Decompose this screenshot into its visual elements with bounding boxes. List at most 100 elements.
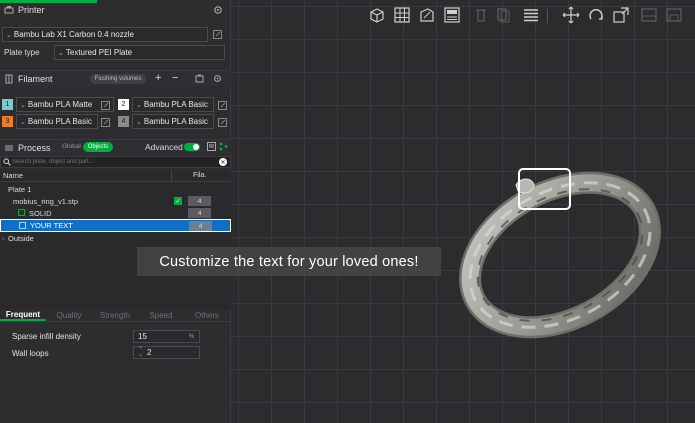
compare-icon[interactable]: [207, 142, 216, 151]
orient-icon[interactable]: [417, 5, 437, 25]
part-text-label: YOUR TEXT: [30, 221, 73, 230]
filament-slot-3-name: Bambu PLA Basic: [27, 117, 92, 126]
filament-slot-4-name: Bambu PLA Basic: [143, 117, 208, 126]
tree-row-plate[interactable]: Plate 1: [0, 183, 231, 195]
chevron-down-icon: ⌄: [58, 49, 64, 57]
filament-slot-3-swatch[interactable]: 3: [2, 116, 13, 127]
objects-toggle[interactable]: Objects: [83, 142, 113, 152]
column-fila-header[interactable]: Fila.: [193, 172, 206, 179]
column-divider: [171, 170, 172, 182]
plate-layout-icon[interactable]: [442, 5, 462, 25]
filament-slot-3-select[interactable]: ⌄ Bambu PLA Basic: [16, 114, 98, 129]
cut-icon[interactable]: [639, 5, 659, 25]
plate-type-label: Plate type: [4, 48, 40, 57]
plate-type-select[interactable]: ⌄ Textured PEI Plate: [54, 45, 225, 60]
filament-icon: [4, 74, 14, 84]
wall-loops-stepper[interactable]: ⌃ ⌄ 2: [133, 346, 200, 359]
chevron-down-icon: ⌄: [20, 118, 26, 126]
part-icon: [18, 209, 25, 218]
text-selection-highlight: [518, 168, 571, 210]
tab-frequent[interactable]: Frequent: [0, 309, 46, 321]
infill-density-input[interactable]: 15 %: [133, 330, 200, 343]
gear-icon[interactable]: [213, 74, 222, 83]
filament-slot-4-swatch[interactable]: 4: [118, 116, 129, 127]
tree-row-object[interactable]: mobius_ring_v1.stp ✓ 4: [0, 195, 231, 207]
filament-slot-1-swatch[interactable]: 1: [2, 99, 13, 110]
add-cube-icon[interactable]: [367, 5, 387, 25]
filament-title: Filament: [18, 73, 53, 84]
chevron-down-icon: ⌄: [20, 101, 26, 109]
layers-icon[interactable]: [521, 5, 541, 25]
printer-model-value: Bambu Lab X1 Carbon 0.4 nozzle: [13, 30, 134, 39]
flushing-volumes-button[interactable]: Flushing volumes: [90, 74, 146, 84]
scale-icon[interactable]: [611, 5, 631, 25]
tree-row-your-text-selected[interactable]: YOUR TEXT 4: [0, 219, 231, 232]
infill-unit: %: [188, 333, 194, 340]
left-sidebar: Printer ⌄ Bambu Lab X1 Carbon 0.4 nozzle…: [0, 0, 231, 423]
wall-loops-label: Wall loops: [12, 349, 49, 358]
copy-icon[interactable]: [493, 5, 513, 25]
stepper-arrows-icon[interactable]: ⌃ ⌄: [138, 347, 143, 358]
chevron-down-icon: ⌄: [136, 101, 142, 109]
outside-label: Outside: [8, 233, 34, 243]
text-filament-cell[interactable]: 4: [189, 221, 212, 231]
switch-knob: [193, 144, 199, 150]
clear-search-icon[interactable]: ✕: [219, 158, 227, 166]
network-icon[interactable]: [219, 142, 228, 151]
chevron-right-icon: ›: [2, 233, 5, 243]
object-tree: Name Fila. Plate 1 mobius_ring_v1.stp ✓ …: [0, 170, 231, 310]
toolbar-divider: [547, 9, 548, 23]
tab-others[interactable]: Others: [184, 309, 230, 321]
infill-density-value: 15: [138, 332, 147, 341]
search-bar: ✕: [0, 156, 231, 168]
tab-speed[interactable]: Speed: [138, 309, 184, 321]
chevron-down-icon: ⌄: [136, 118, 142, 126]
tab-strength[interactable]: Strength: [92, 309, 138, 321]
filament-slot-1-select[interactable]: ⌄ Bambu PLA Matte: [16, 97, 114, 112]
advanced-switch[interactable]: [184, 143, 200, 151]
printer-icon: [4, 5, 14, 15]
edit-icon[interactable]: [101, 101, 110, 110]
edit-icon[interactable]: [218, 101, 227, 110]
tutorial-caption: Customize the text for your loved ones!: [137, 247, 441, 276]
gear-icon[interactable]: [213, 5, 223, 15]
support-paint-icon[interactable]: [664, 5, 684, 25]
delete-icon[interactable]: [471, 5, 491, 25]
object-checkbox[interactable]: ✓: [174, 197, 182, 205]
text-part-icon: [19, 222, 26, 231]
process-title: Process: [18, 142, 51, 153]
part-solid-label: SOLID: [29, 208, 52, 218]
object-filament-cell[interactable]: 4: [188, 196, 211, 206]
tab-quality[interactable]: Quality: [46, 309, 92, 321]
edit-icon[interactable]: [213, 30, 222, 39]
object-label: mobius_ring_v1.stp: [13, 196, 79, 206]
solid-filament-cell[interactable]: 4: [188, 208, 211, 218]
printer-select[interactable]: ⌄ Bambu Lab X1 Carbon 0.4 nozzle: [2, 27, 208, 42]
tree-row-outside[interactable]: › Outside: [0, 232, 231, 244]
rotate-icon[interactable]: [586, 5, 606, 25]
3d-viewport[interactable]: [231, 0, 695, 423]
filament-slot-4-select[interactable]: ⌄ Bambu PLA Basic: [132, 114, 214, 129]
move-icon[interactable]: [561, 5, 581, 25]
edit-icon[interactable]: [101, 118, 110, 127]
search-icon: [3, 158, 11, 168]
global-toggle[interactable]: Global: [62, 143, 81, 150]
filament-settings-icon[interactable]: [195, 74, 204, 83]
grid-arrange-icon[interactable]: [392, 5, 412, 25]
search-input[interactable]: [12, 157, 212, 167]
infill-density-label: Sparse infill density: [12, 332, 81, 341]
printer-title: Printer: [18, 5, 45, 15]
column-name-header[interactable]: Name: [3, 171, 23, 180]
filament-slot-2-swatch[interactable]: 2: [118, 99, 129, 110]
wall-loops-value: 2: [147, 348, 152, 357]
process-icon: [4, 143, 14, 153]
filament-slot-2-name: Bambu PLA Basic: [143, 100, 208, 109]
add-filament-button[interactable]: +: [155, 72, 161, 84]
edit-icon[interactable]: [218, 118, 227, 127]
remove-filament-button[interactable]: −: [172, 72, 178, 84]
filament-slot-1-name: Bambu PLA Matte: [27, 100, 93, 109]
advanced-label: Advanced: [145, 142, 183, 152]
tree-row-solid[interactable]: SOLID 4: [0, 207, 231, 219]
plate-type-value: Textured PEI Plate: [65, 48, 133, 57]
filament-slot-2-select[interactable]: ⌄ Bambu PLA Basic: [132, 97, 214, 112]
